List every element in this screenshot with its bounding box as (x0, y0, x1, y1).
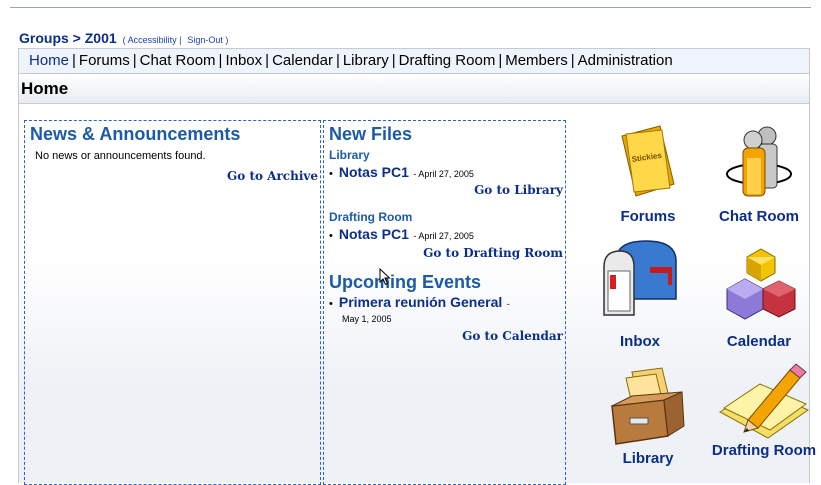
upcoming-events-title: Upcoming Events (329, 272, 482, 292)
people-icon (726, 126, 792, 197)
nav-library[interactable]: Library (343, 52, 389, 69)
tool-chat-room[interactable]: Chat Room (704, 122, 814, 226)
library-file-item: • Notas PC1 - April 27, 2005 (329, 164, 474, 182)
new-files-title: New Files (329, 124, 413, 144)
drafting-file-date: - April 27, 2005 (413, 231, 474, 241)
drafting-room-label[interactable]: Drafting Room (709, 442, 819, 460)
event-dash: - (506, 299, 510, 309)
library-file-date: - April 27, 2005 (413, 169, 474, 179)
tool-drafting-room[interactable]: Drafting Room (709, 362, 819, 460)
nav-separator: | (570, 52, 575, 69)
signout-link[interactable]: Sign-Out ) (187, 35, 228, 45)
calendar-label[interactable]: Calendar (704, 333, 814, 351)
tool-calendar[interactable]: Calendar (704, 237, 814, 351)
drafting-section-title: Drafting Room (329, 210, 413, 224)
nav-separator: | (72, 52, 76, 69)
accessibility-link[interactable]: ( Accessibility | (123, 35, 182, 45)
top-divider (10, 7, 811, 8)
forums-label[interactable]: Forums (593, 208, 703, 226)
bullet: • (329, 168, 333, 180)
event-date: May 1, 2005 (342, 314, 392, 324)
event-link[interactable]: Primera reunión General (339, 294, 502, 310)
bullet: • (329, 230, 333, 242)
drafting-file-link[interactable]: Notas PC1 (339, 226, 409, 242)
nav-forums[interactable]: Forums (79, 52, 130, 69)
news-title: News & Announcements (30, 124, 241, 144)
mouse-cursor-icon (379, 268, 391, 286)
nav-separator: | (335, 52, 340, 69)
news-empty-text: No news or announcements found. (35, 150, 206, 162)
library-section-title: Library (329, 148, 370, 162)
go-to-drafting-room-link[interactable]: Go to Drafting Room (423, 246, 563, 260)
nav-calendar[interactable]: Calendar (272, 52, 333, 69)
news-column: News & Announcements No news or announce… (24, 120, 321, 485)
breadcrumb-separator: > (72, 30, 81, 46)
inbox-label[interactable]: Inbox (585, 333, 695, 351)
main-nav: Home | Forums | Chat Room | Inbox | Calendar | Lib… (18, 48, 810, 74)
nav-separator: | (265, 52, 270, 69)
breadcrumb-groups-link[interactable]: Groups (19, 30, 69, 46)
nav-separator: | (218, 52, 223, 69)
mailbox-icon (603, 240, 677, 316)
nav-chat-room[interactable]: Chat Room (140, 52, 216, 69)
nav-members[interactable]: Members (505, 52, 568, 69)
cubes-icon (726, 248, 796, 320)
tool-library[interactable]: Library (593, 366, 703, 468)
content-area: News & Announcements No news or announce… (18, 104, 816, 485)
event-item: • Primera reunión General - (329, 294, 510, 312)
nav-administration[interactable]: Administration (578, 52, 673, 69)
file-box-icon (611, 367, 685, 445)
group-name: Z001 (84, 30, 117, 46)
library-label[interactable]: Library (593, 450, 703, 468)
tool-forums[interactable]: Stickies Forums (593, 122, 703, 226)
files-events-column: New Files Library • Notas PC1 - April 27,… (323, 120, 566, 485)
nav-home[interactable]: Home (29, 52, 69, 69)
nav-separator: | (498, 52, 503, 69)
nav-inbox[interactable]: Inbox (225, 52, 262, 69)
pencil-paper-icon (719, 363, 810, 439)
breadcrumb: Groups > Z001 ( Accessibility | Sign-Out… (19, 30, 228, 46)
page-title: Home (18, 74, 810, 104)
tool-inbox[interactable]: Inbox (585, 237, 695, 351)
go-to-calendar-link[interactable]: Go to Calendar (462, 329, 563, 343)
library-file-link[interactable]: Notas PC1 (339, 164, 409, 180)
nav-drafting-room[interactable]: Drafting Room (399, 52, 496, 69)
drafting-file-item: • Notas PC1 - April 27, 2005 (329, 226, 474, 244)
bullet: • (329, 298, 333, 310)
chat-room-label[interactable]: Chat Room (704, 208, 814, 226)
go-to-library-link[interactable]: Go to Library (474, 183, 563, 197)
nav-separator: | (132, 52, 137, 69)
stickies-folder-icon: Stickies (621, 125, 675, 197)
nav-separator: | (391, 52, 396, 69)
go-to-archive-link[interactable]: Go to Archive (227, 169, 318, 183)
